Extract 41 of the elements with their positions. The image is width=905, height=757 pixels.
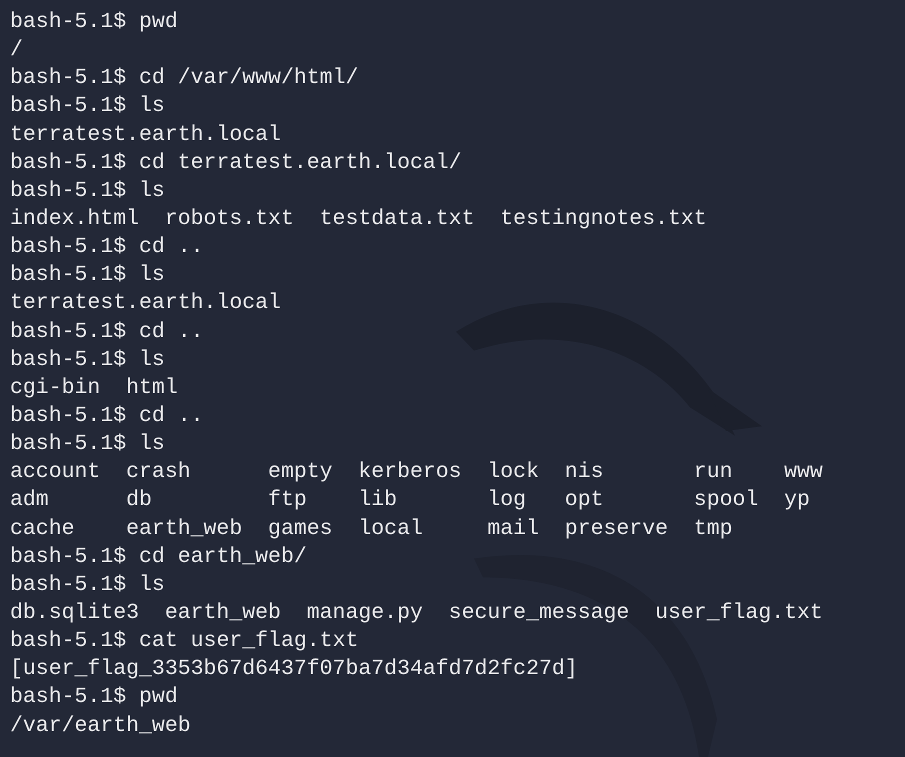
command-text: ls	[139, 94, 165, 118]
output-text: index.html robots.txt testdata.txt testingnotes.txt	[10, 206, 707, 231]
command-text: cd earth_web/	[139, 544, 307, 569]
output-text: /var/earth_web	[10, 714, 191, 738]
command-text: cd terratest.earth.local/	[139, 150, 462, 175]
shell-prompt: bash-5.1$	[10, 178, 126, 203]
shell-prompt: bash-5.1$	[10, 432, 126, 456]
output-text: account crash empty kerberos lock nis run www	[10, 460, 823, 484]
shell-prompt: bash-5.1$	[10, 544, 126, 569]
shell-prompt: bash-5.1$	[10, 629, 126, 654]
command-text: pwd	[139, 10, 178, 34]
command-text: cd /var/www/html/	[139, 66, 358, 90]
command-text: ls	[139, 348, 165, 372]
command-text: cd ..	[139, 235, 204, 260]
output-text: /	[10, 38, 23, 62]
shell-prompt: bash-5.1$	[10, 263, 126, 288]
shell-prompt: bash-5.1$	[10, 150, 126, 175]
command-text: cd ..	[139, 404, 204, 428]
shell-prompt: bash-5.1$	[10, 66, 126, 90]
output-text: cache earth_web games local mail preserve tmp	[10, 516, 733, 541]
output-text: terratest.earth.local	[10, 122, 281, 147]
command-text: ls	[139, 572, 165, 597]
shell-prompt: bash-5.1$	[10, 320, 126, 344]
shell-prompt: bash-5.1$	[10, 685, 126, 710]
command-text: ls	[139, 263, 165, 288]
output-text: terratest.earth.local	[10, 291, 281, 316]
shell-prompt: bash-5.1$	[10, 572, 126, 597]
output-text: db.sqlite3 earth_web manage.py secure_message user_flag.txt	[10, 600, 823, 625]
shell-prompt: bash-5.1$	[10, 94, 126, 118]
shell-prompt: bash-5.1$	[10, 404, 126, 428]
command-text: ls	[139, 178, 165, 203]
output-text: [user_flag_3353b67d6437f07ba7d34afd7d2fc27d]	[10, 657, 578, 682]
command-text: cat user_flag.txt	[139, 629, 358, 654]
command-text: cd ..	[139, 320, 204, 344]
command-text: ls	[139, 432, 165, 456]
shell-prompt: bash-5.1$	[10, 348, 126, 372]
output-text: adm db ftp lib log opt spool yp	[10, 488, 810, 512]
shell-prompt: bash-5.1$	[10, 235, 126, 260]
shell-prompt: bash-5.1$	[10, 10, 126, 34]
command-text: pwd	[139, 685, 178, 710]
output-text: cgi-bin html	[10, 376, 178, 400]
